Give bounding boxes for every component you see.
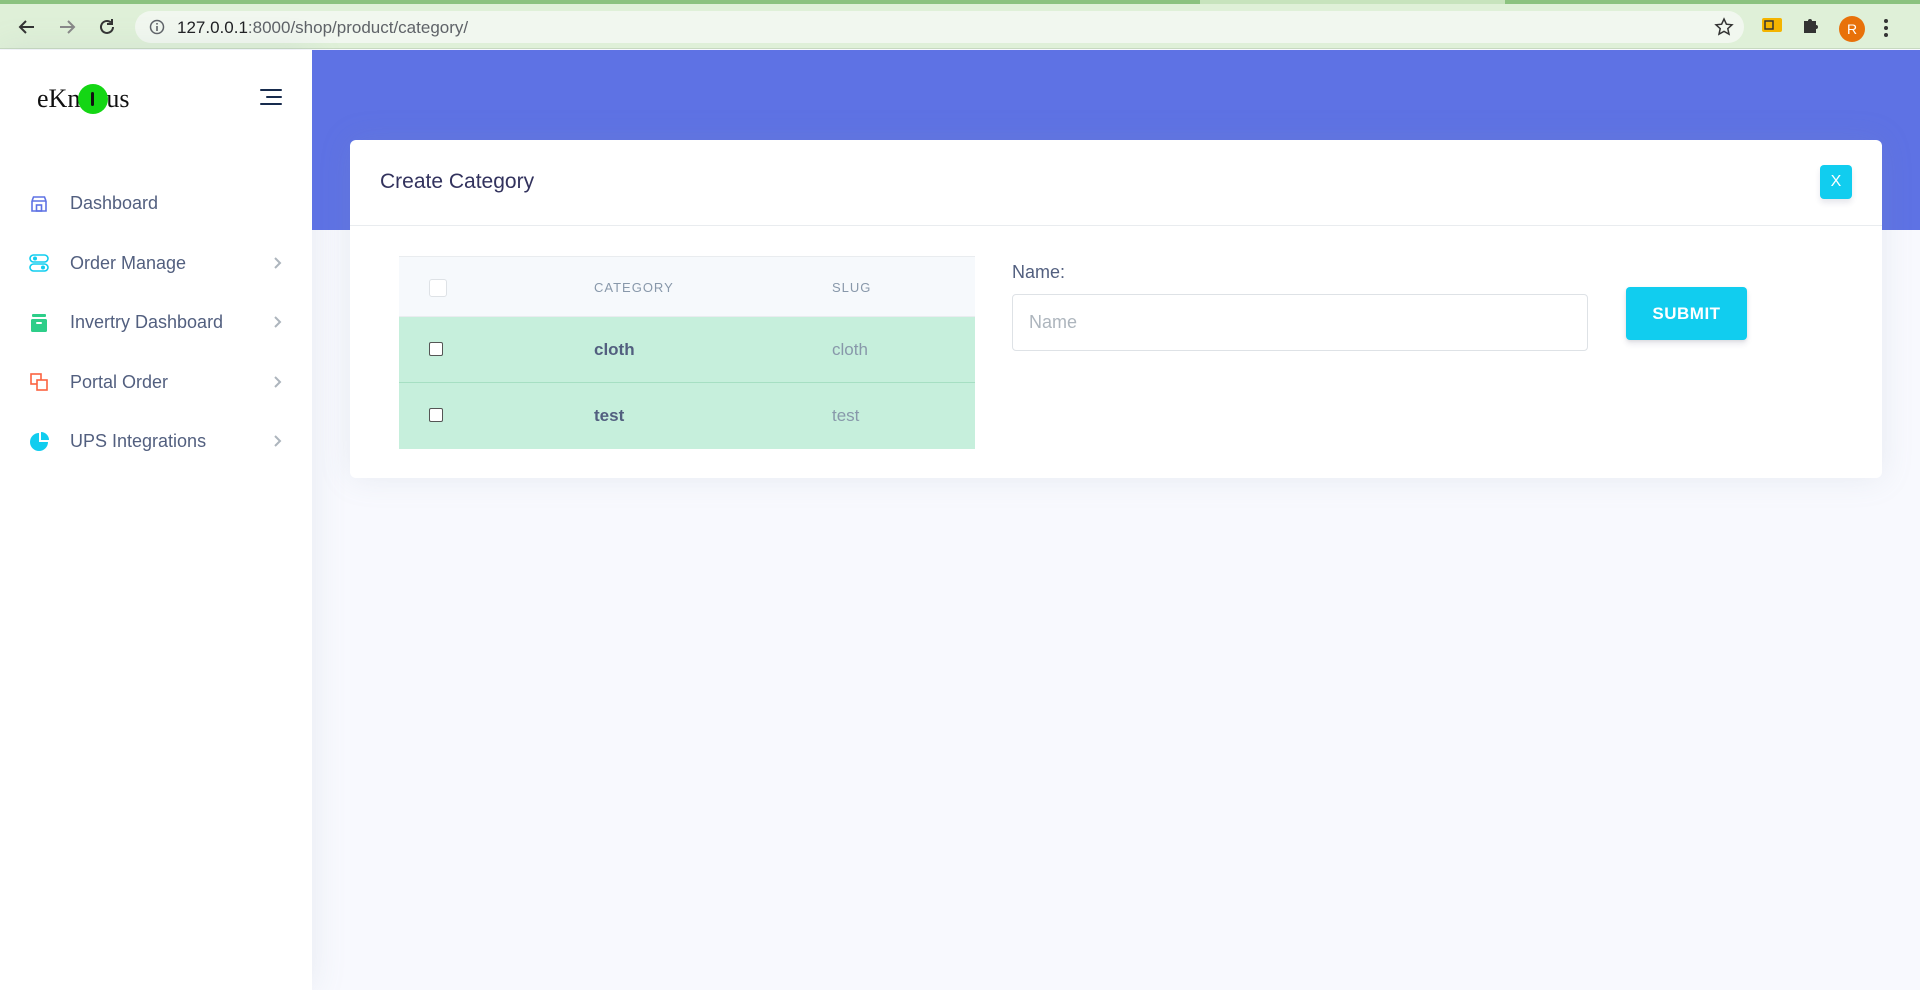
- name-input[interactable]: [1012, 294, 1588, 351]
- close-button[interactable]: X: [1820, 165, 1852, 199]
- create-category-card: Create Category X CATEGORY SLUG cloth cl…: [350, 140, 1882, 478]
- reload-icon: [100, 19, 114, 34]
- reload-button[interactable]: [92, 12, 122, 42]
- sidenav-toggler[interactable]: [258, 89, 282, 109]
- logo-dot-icon: [78, 84, 109, 114]
- cell-slug: cloth: [832, 340, 868, 359]
- puzzle-extensions-icon[interactable]: [1800, 13, 1824, 37]
- chevron-right-icon: [274, 316, 282, 328]
- info-icon: [149, 19, 165, 35]
- brand-logo[interactable]: eKn us: [37, 84, 129, 114]
- pie-chart-icon: [29, 431, 49, 452]
- sidebar-item-invertry-dashboard[interactable]: Invertry Dashboard: [0, 293, 312, 353]
- logo-text-right: us: [106, 84, 130, 113]
- sidebar-item-label: Invertry Dashboard: [70, 312, 224, 333]
- sidebar-nav: Dashboard Order Manage Invertry Dashboar…: [0, 174, 312, 472]
- logo-text-left: eKn: [37, 84, 81, 113]
- sidebar-item-dashboard[interactable]: Dashboard: [0, 174, 312, 234]
- chevron-right-icon: [274, 256, 282, 269]
- more-vert-icon[interactable]: [1883, 17, 1889, 39]
- table-row[interactable]: test test: [399, 383, 975, 449]
- category-table: CATEGORY SLUG cloth cloth test test: [399, 256, 975, 449]
- table-row[interactable]: cloth cloth: [399, 317, 975, 383]
- back-button[interactable]: [12, 12, 42, 42]
- table-header: CATEGORY SLUG: [399, 256, 975, 317]
- bookmark-star-icon[interactable]: [1714, 17, 1734, 37]
- shop-icon: [29, 194, 49, 214]
- toggles-icon: [29, 253, 49, 273]
- name-label: Name:: [1012, 262, 1066, 282]
- sidebar-item-label: Dashboard: [70, 193, 159, 214]
- forward-button[interactable]: [52, 12, 82, 42]
- layers-icon: [29, 372, 49, 392]
- column-header-slug[interactable]: SLUG: [832, 280, 871, 295]
- row-checkbox[interactable]: [429, 408, 443, 422]
- profile-avatar[interactable]: R: [1839, 16, 1865, 42]
- sidebar-item-portal-order[interactable]: Portal Order: [0, 353, 312, 413]
- sidebar-item-label: UPS Integrations: [70, 431, 207, 452]
- row-checkbox[interactable]: [429, 342, 443, 356]
- column-header-category[interactable]: CATEGORY: [594, 280, 674, 295]
- sidebar-item-order-manage[interactable]: Order Manage: [0, 234, 312, 294]
- cell-category: test: [594, 406, 625, 425]
- select-all-checkbox[interactable]: [429, 279, 447, 297]
- sidebar-item-ups-integrations[interactable]: UPS Integrations: [0, 412, 312, 472]
- sidebar: eKn us Dashboard Order Manage Invertry Da…: [0, 50, 312, 990]
- arrow-left-icon: [18, 20, 34, 34]
- url-path: :8000/shop/product/category/: [247, 18, 469, 37]
- card-title: Create Category: [380, 170, 535, 193]
- address-bar[interactable]: 127.0.0.1:8000/shop/product/category/: [135, 11, 1744, 43]
- archive-icon: [29, 313, 49, 333]
- cell-category: cloth: [594, 340, 635, 359]
- cell-slug: test: [832, 406, 860, 425]
- url-text: 127.0.0.1:8000/shop/product/category/: [177, 18, 468, 38]
- card-header: Create Category X: [350, 140, 1882, 226]
- arrow-right-icon: [60, 20, 76, 34]
- sidebar-item-label: Order Manage: [70, 252, 187, 273]
- chevron-right-icon: [274, 375, 282, 388]
- url-host: 127.0.0.1: [177, 18, 248, 37]
- browser-toolbar: 127.0.0.1:8000/shop/product/category/ R: [0, 4, 1920, 49]
- sidebar-item-label: Portal Order: [70, 371, 169, 392]
- submit-button[interactable]: SUBMIT: [1626, 287, 1747, 340]
- chevron-right-icon: [274, 435, 282, 447]
- cast-extension-icon[interactable]: [1760, 13, 1784, 37]
